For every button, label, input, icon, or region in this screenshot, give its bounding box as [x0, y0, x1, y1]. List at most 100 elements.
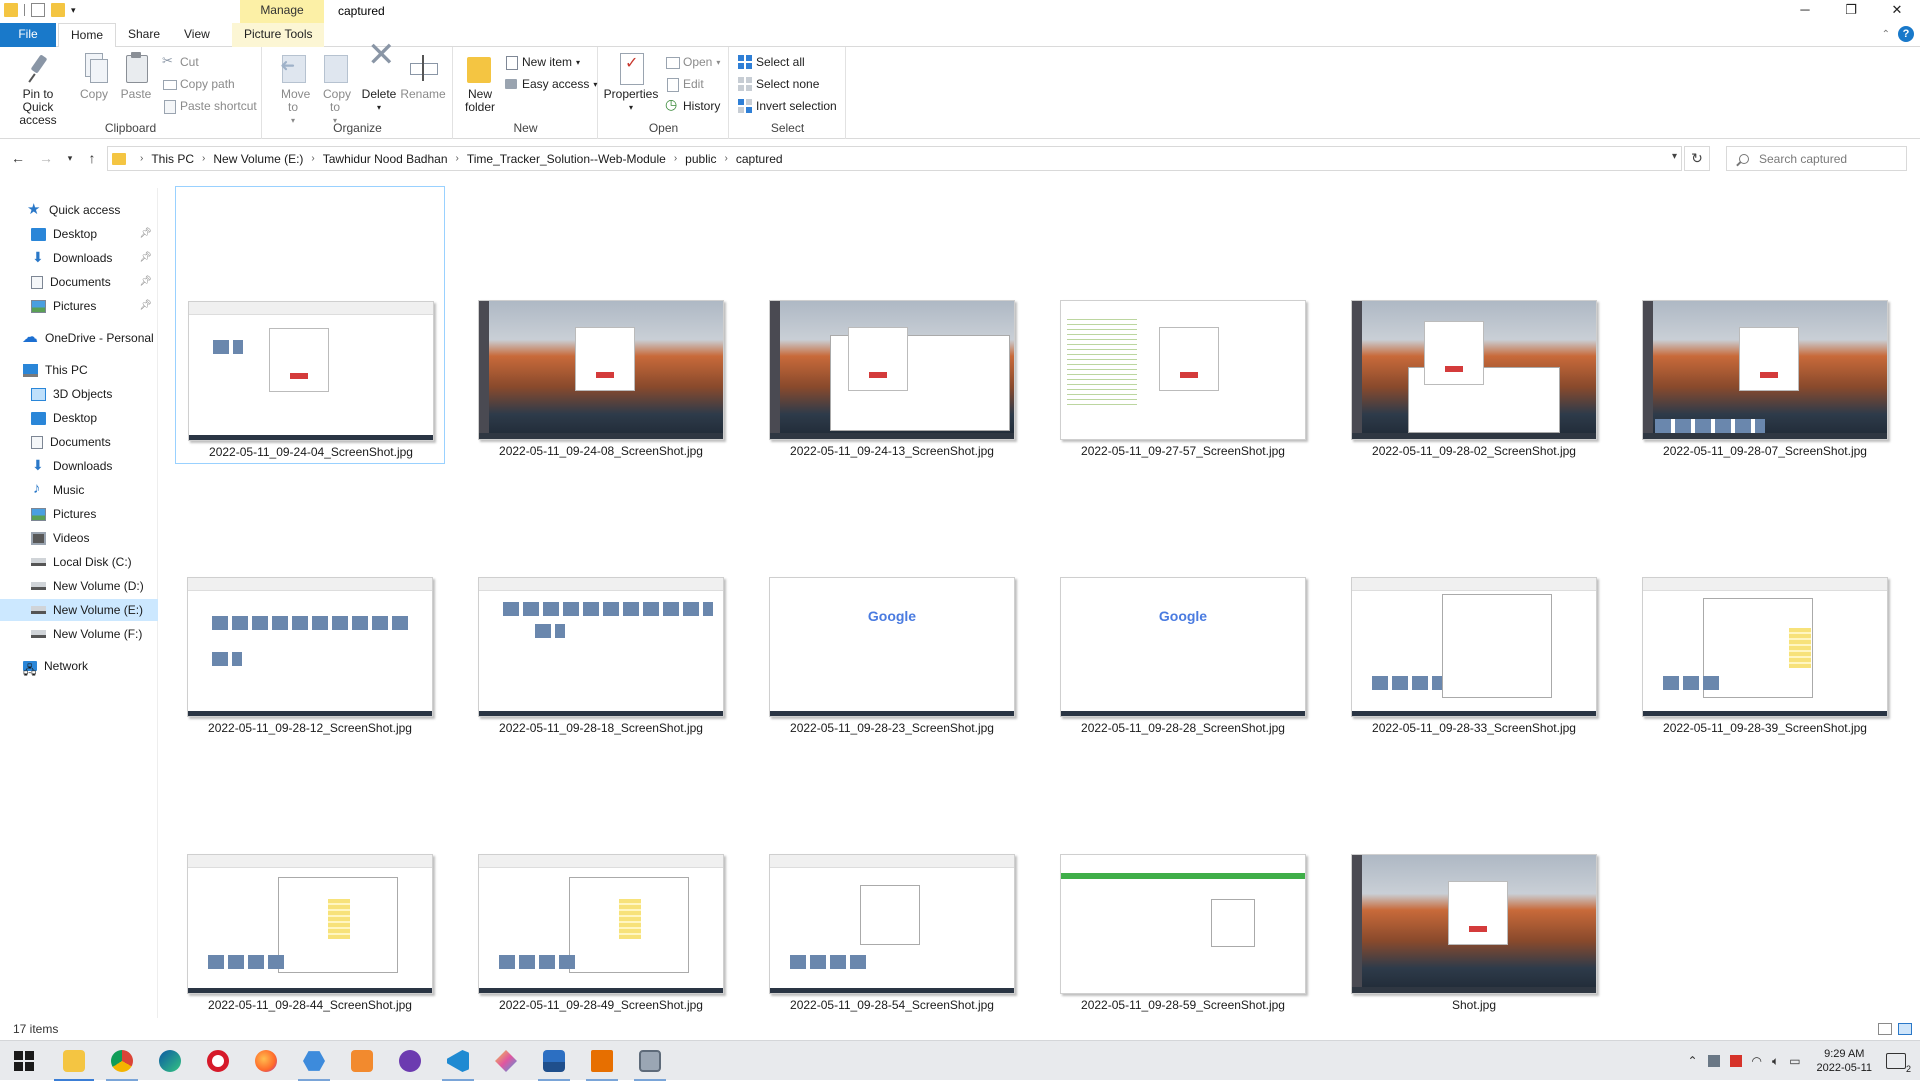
breadcrumb-separator[interactable]: ›	[674, 153, 677, 164]
nav-onedrive[interactable]: OneDrive - Personal	[0, 327, 158, 349]
file-item[interactable]: 2022-05-11_09-24-04_ScreenShot.jpg	[175, 186, 445, 464]
taskbar-app-kite[interactable]	[482, 1041, 530, 1081]
file-item[interactable]: 2022-05-11_09-28-54_ScreenShot.jpg	[757, 740, 1027, 1018]
properties-button[interactable]: Properties ▾	[603, 51, 659, 114]
file-item[interactable]: 2022-05-11_09-24-13_ScreenShot.jpg	[757, 186, 1027, 464]
invert-selection-button[interactable]: Invert selection	[738, 97, 837, 115]
nav-downloads[interactable]: Downloads	[0, 455, 158, 477]
breadcrumb-separator[interactable]: ›	[456, 153, 459, 164]
battery-icon[interactable]: ▭	[1789, 1054, 1800, 1068]
file-item[interactable]: 2022-05-11_09-28-12_ScreenShot.jpg	[175, 463, 445, 741]
up-button[interactable]: ↑	[83, 149, 101, 167]
file-item[interactable]: 2022-05-11_09-27-57_ScreenShot.jpg	[1048, 186, 1318, 464]
breadcrumb-separator[interactable]: ›	[725, 153, 728, 164]
copy-to-button[interactable]: Copy to ▾	[315, 51, 355, 127]
large-icons-view-icon[interactable]	[1898, 1023, 1912, 1035]
details-view-icon[interactable]	[1878, 1023, 1892, 1035]
refresh-button[interactable]: ↻	[1684, 146, 1710, 171]
taskbar-app-purple[interactable]	[386, 1041, 434, 1081]
help-icon[interactable]: ?	[1898, 26, 1914, 42]
tab-share[interactable]: Share	[116, 23, 172, 47]
manage-context-tab[interactable]: Manage	[240, 0, 324, 23]
breadcrumb-this-pc[interactable]: This PC	[151, 152, 194, 166]
tab-picture-tools[interactable]: Picture Tools	[232, 23, 325, 47]
edit-button[interactable]: Edit	[665, 75, 704, 93]
delete-button[interactable]: Delete ▾	[359, 49, 399, 114]
cut-button[interactable]: Cut	[162, 53, 199, 71]
breadcrumb-project-folder[interactable]: Time_Tracker_Solution--Web-Module	[467, 152, 666, 166]
select-none-button[interactable]: Select none	[738, 75, 819, 93]
chevron-up-icon[interactable]: ⌃	[1882, 29, 1890, 40]
nav-qa-desktop[interactable]: Desktop 📌︎	[0, 223, 158, 245]
close-button[interactable]: ✕	[1874, 0, 1920, 22]
tab-file[interactable]: File	[0, 23, 56, 47]
nav-music[interactable]: Music	[0, 479, 158, 501]
nav-qa-documents[interactable]: Documents 📌︎	[0, 271, 158, 293]
nav-qa-pictures[interactable]: Pictures 📌︎	[0, 295, 158, 317]
taskbar-java[interactable]	[578, 1041, 626, 1081]
open-button[interactable]: Open ▾	[665, 53, 720, 71]
taskbar-chrome[interactable]	[98, 1041, 146, 1081]
nav-desktop[interactable]: Desktop	[0, 407, 158, 429]
file-item[interactable]: 2022-05-11_09-28-07_ScreenShot.jpg	[1630, 186, 1900, 464]
new-folder-icon[interactable]	[51, 3, 65, 17]
chevron-up-icon[interactable]: ⌃	[1687, 1054, 1697, 1068]
chevron-down-icon[interactable]: ▾	[1672, 151, 1677, 162]
file-item[interactable]: 2022-05-11_09-28-59_ScreenShot.jpg	[1048, 740, 1318, 1018]
taskbar-opera[interactable]	[194, 1041, 242, 1081]
breadcrumb-separator[interactable]: ›	[202, 153, 205, 164]
paste-shortcut-button[interactable]: Paste shortcut	[162, 97, 257, 115]
maximize-button[interactable]: ❐	[1828, 0, 1874, 22]
taskbar-file-explorer[interactable]	[50, 1041, 98, 1081]
customize-toolbar-icon[interactable]: ▾	[71, 3, 79, 17]
taskbar-vscode[interactable]	[434, 1041, 482, 1081]
speaker-icon[interactable]: 🔈︎	[1772, 1054, 1779, 1069]
pin-to-quick-access-button[interactable]: Pin to Quick access	[6, 51, 70, 127]
search-input[interactable]: Search captured	[1726, 146, 1907, 171]
forward-button[interactable]: →	[37, 149, 55, 167]
taskbar-photos[interactable]	[530, 1041, 578, 1081]
new-item-button[interactable]: New item ▾	[504, 53, 580, 71]
nav-this-pc[interactable]: This PC	[0, 359, 158, 381]
file-item[interactable]: 2022-05-11_09-28-28_ScreenShot.jpg	[1048, 463, 1318, 741]
tab-home[interactable]: Home	[58, 23, 117, 48]
notification-icon[interactable]: 2	[1886, 1053, 1911, 1074]
tray-app-icon[interactable]	[1707, 1055, 1720, 1067]
file-item[interactable]: Shot.jpg	[1339, 740, 1609, 1018]
file-item[interactable]: 2022-05-11_09-28-18_ScreenShot.jpg	[466, 463, 736, 741]
tray-pdf-icon[interactable]	[1729, 1055, 1742, 1067]
properties-icon[interactable]	[31, 3, 45, 17]
nav-pictures[interactable]: Pictures	[0, 503, 158, 525]
nav-network[interactable]: Network	[0, 655, 158, 677]
minimize-button[interactable]: ─	[1782, 0, 1828, 22]
address-bar[interactable]: › This PC › New Volume (E:) › Tawhidur N…	[107, 146, 1682, 171]
nav-quick-access[interactable]: Quick access	[0, 199, 158, 221]
nav-qa-downloads[interactable]: Downloads 📌︎	[0, 247, 158, 269]
history-button[interactable]: History	[665, 96, 720, 115]
clock[interactable]: 9:29 AM 2022-05-11	[1817, 1047, 1872, 1075]
breadcrumb-new-volume-e[interactable]: New Volume (E:)	[213, 152, 303, 166]
nav-videos[interactable]: Videos	[0, 527, 158, 549]
paste-button[interactable]: Paste	[120, 51, 152, 101]
move-to-button[interactable]: Move to ▾	[273, 51, 313, 127]
file-item[interactable]: 2022-05-11_09-28-23_ScreenShot.jpg	[757, 463, 1027, 741]
back-button[interactable]: ←	[9, 149, 27, 167]
nav-3d-objects[interactable]: 3D Objects	[0, 383, 158, 405]
select-all-button[interactable]: Select all	[738, 53, 805, 71]
breadcrumb-separator[interactable]: ›	[311, 153, 314, 164]
taskbar-edge[interactable]	[146, 1041, 194, 1081]
file-item[interactable]: 2022-05-11_09-28-49_ScreenShot.jpg	[466, 740, 736, 1018]
rename-button[interactable]: Rename	[400, 51, 446, 101]
recent-locations-button[interactable]: ▾	[61, 149, 79, 167]
file-item[interactable]: 2022-05-11_09-28-02_ScreenShot.jpg	[1339, 186, 1609, 464]
new-folder-button[interactable]: New folder	[458, 51, 502, 114]
copy-path-button[interactable]: Copy path	[162, 75, 235, 93]
nav-documents[interactable]: Documents	[0, 431, 158, 453]
nav-new-volume-d[interactable]: New Volume (D:)	[0, 575, 158, 597]
taskbar-firefox[interactable]	[242, 1041, 290, 1081]
taskbar-app-orange[interactable]	[338, 1041, 386, 1081]
file-item[interactable]: 2022-05-11_09-28-44_ScreenShot.jpg	[175, 740, 445, 1018]
file-item[interactable]: 2022-05-11_09-28-39_ScreenShot.jpg	[1630, 463, 1900, 741]
copy-button[interactable]: Copy	[78, 51, 110, 101]
breadcrumb-public[interactable]: public	[685, 152, 716, 166]
